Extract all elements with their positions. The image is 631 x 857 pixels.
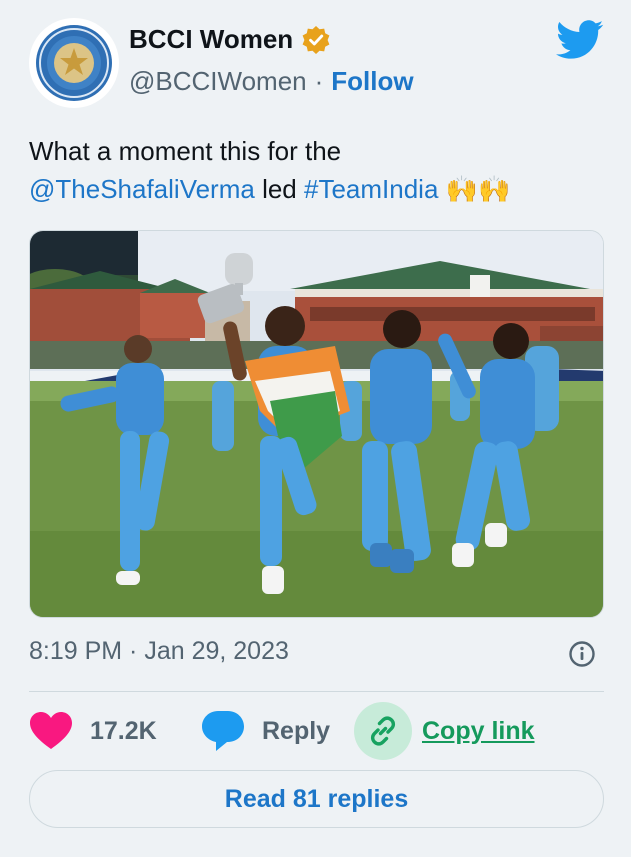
- emoji-text: 🙌🙌: [438, 174, 511, 204]
- reply-bubble-icon: [202, 711, 244, 751]
- link-icon: [370, 716, 396, 746]
- copy-link-label: Copy link: [422, 716, 535, 745]
- tweet-text-prefix: What a moment this for the: [29, 136, 342, 166]
- timestamp[interactable]: 8:19 PM · Jan 29, 2023: [29, 637, 289, 666]
- tweet-card: BCCI Women @BCCIWomen · Follow What a mo…: [0, 0, 631, 857]
- author-handle[interactable]: @BCCIWomen: [129, 66, 307, 97]
- tweet-text-middle: led: [254, 174, 304, 204]
- tweet-text: What a moment this for the @TheShafaliVe…: [29, 132, 609, 208]
- handle-row: @BCCIWomen · Follow: [129, 66, 414, 97]
- heart-icon: [30, 712, 72, 749]
- author-name-row[interactable]: BCCI Women: [129, 24, 331, 55]
- divider: [29, 691, 604, 692]
- author-name[interactable]: BCCI Women: [129, 24, 293, 55]
- avatar[interactable]: [29, 18, 119, 108]
- bcci-logo-icon: [36, 25, 112, 101]
- copy-link-icon-circle: [354, 702, 412, 760]
- twitter-bird-icon[interactable]: [556, 20, 604, 60]
- reply-label: Reply: [262, 716, 331, 745]
- separator: ·: [314, 66, 324, 96]
- like-count: 17.2K: [90, 716, 157, 745]
- tweet-photo[interactable]: [29, 230, 604, 618]
- verified-badge-icon: [302, 25, 330, 54]
- like-button[interactable]: 17.2K: [29, 706, 157, 756]
- hashtag-link[interactable]: #TeamIndia: [304, 174, 438, 204]
- celebration-photo: [30, 231, 603, 617]
- copy-link-button[interactable]: Copy link: [354, 702, 535, 760]
- mention-link[interactable]: @TheShafaliVerma: [29, 174, 255, 204]
- follow-button[interactable]: Follow: [331, 66, 413, 97]
- reply-button[interactable]: Reply: [200, 706, 330, 756]
- info-icon[interactable]: [568, 640, 596, 668]
- read-replies-button[interactable]: Read 81 replies: [29, 770, 604, 828]
